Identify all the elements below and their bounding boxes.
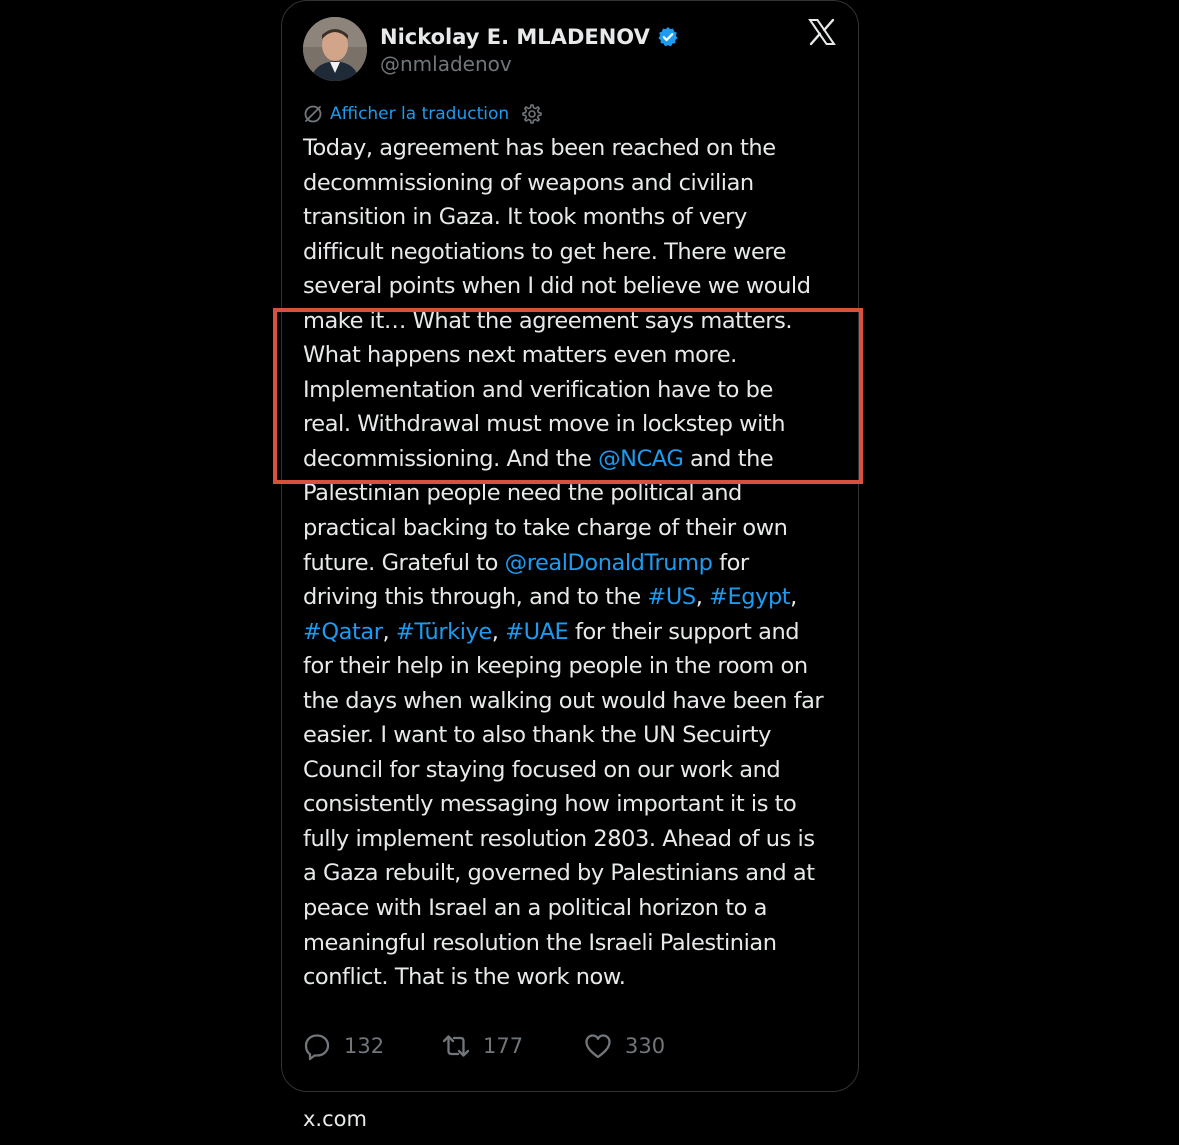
author-handle[interactable]: @nmladenov: [380, 50, 512, 78]
repost-count: 177: [483, 1034, 524, 1058]
author-name[interactable]: Nickolay E. MLADENOV: [380, 22, 679, 52]
tweet-text-line: a Gaza rebuilt, governed by Palestinians…: [303, 856, 851, 891]
text-segment: Today, agreement has been reached on the: [303, 135, 776, 161]
text-segment: Palestinian people need the political an…: [303, 480, 742, 507]
tweet-text-line: peace with Israel an a political horizon…: [303, 891, 851, 926]
text-segment: practical backing to take charge of thei…: [303, 515, 788, 542]
text-segment: for: [712, 549, 749, 576]
text-segment: Council for staying focused on our work …: [303, 756, 781, 783]
tweet-text-line: #Qatar, #Türkiye, #UAE for their support…: [303, 615, 851, 650]
text-segment: fully implement resolution 2803. Ahead o…: [303, 825, 815, 852]
reply-count: 132: [344, 1034, 385, 1058]
text-segment: driving this through, and to the: [303, 584, 648, 611]
tweet-text-line: Today, agreement has been reached on the: [303, 131, 851, 166]
tweet-text-line: the days when walking out would have bee…: [303, 684, 851, 719]
text-segment: several points when I did not believe we…: [303, 273, 811, 300]
gear-icon[interactable]: [521, 103, 543, 125]
tweet-text: Today, agreement has been reached on the…: [303, 131, 851, 995]
x-logo-icon[interactable]: [807, 17, 837, 47]
hashtag-link[interactable]: #Egypt: [709, 584, 791, 610]
repost-button[interactable]: 177: [441, 1029, 523, 1063]
text-segment: a Gaza rebuilt, governed by Palestinians…: [303, 860, 815, 887]
hashtag-link[interactable]: #US: [647, 584, 696, 610]
like-count: 330: [625, 1034, 666, 1058]
translate-row: Afficher la traduction: [302, 100, 543, 128]
author-name-text[interactable]: Nickolay E. MLADENOV: [380, 22, 650, 52]
repost-icon: [442, 1035, 470, 1057]
text-segment: meaningful resolution the Israeli Palest…: [303, 929, 777, 956]
hashtag-link[interactable]: #Türkiye: [396, 619, 492, 645]
tweet-text-line: meaningful resolution the Israeli Palest…: [303, 926, 851, 961]
text-segment: for their help in keeping people in the …: [303, 653, 808, 680]
hashtag-link[interactable]: #Qatar: [303, 619, 383, 645]
tweet-text-line: several points when I did not believe we…: [303, 269, 851, 304]
source-label: x.com: [303, 1107, 367, 1131]
reply-icon: [304, 1034, 330, 1061]
text-segment: difficult negotiations to get here. Ther…: [303, 238, 787, 265]
text-segment: the days when walking out would have bee…: [303, 687, 824, 714]
hashtag-link[interactable]: #UAE: [505, 619, 569, 645]
like-button[interactable]: 330: [583, 1029, 665, 1063]
mention-link[interactable]: @realDonaldTrump: [505, 550, 713, 576]
tweet-text-line: conflict. That is the work now.: [303, 960, 851, 995]
show-translation-link[interactable]: Afficher la traduction: [330, 104, 509, 124]
tweet-text-line: driving this through, and to the #US, #E…: [303, 580, 851, 615]
highlight-box: [273, 308, 863, 484]
tweet-text-line: future. Grateful to @realDonaldTrump for: [303, 546, 851, 581]
avatar[interactable]: [303, 17, 367, 81]
translate-icon: [304, 105, 322, 123]
text-segment: ,: [491, 618, 506, 645]
tweet-text-line: easier. I want to also thank the UN Secu…: [303, 718, 851, 753]
tweet-text-line: transition in Gaza. It took months of ve…: [303, 200, 851, 235]
screenshot: Nickolay E. MLADENOV @nmladenov Afficher…: [0, 0, 1179, 1145]
text-segment: ,: [382, 618, 396, 645]
tweet-text-line: consistently messaging how important it …: [303, 787, 851, 822]
text-segment: conflict. That is the work now.: [303, 964, 626, 991]
text-segment: ,: [790, 584, 797, 611]
verified-badge-icon: [657, 26, 679, 48]
tweet-text-line: fully implement resolution 2803. Ahead o…: [303, 822, 851, 857]
text-segment: peace with Israel an a political horizon…: [303, 895, 767, 922]
tweet-text-line: difficult negotiations to get here. Ther…: [303, 235, 851, 270]
text-segment: transition in Gaza. It took months of ve…: [303, 204, 747, 231]
text-segment: easier. I want to also thank the UN Secu…: [303, 722, 772, 749]
tweet-text-line: decommissioning of weapons and civilian: [303, 166, 851, 201]
reply-button[interactable]: 132: [302, 1029, 384, 1063]
text-segment: for their support and: [568, 618, 800, 645]
text-segment: consistently messaging how important it …: [303, 791, 797, 818]
text-segment: decommissioning of weapons and civilian: [303, 169, 754, 196]
heart-icon: [585, 1034, 611, 1059]
text-segment: ,: [695, 584, 710, 611]
tweet-text-line: practical backing to take charge of thei…: [303, 511, 851, 546]
tweet-text-line: for their help in keeping people in the …: [303, 649, 851, 684]
tweet-text-line: Council for staying focused on our work …: [303, 753, 851, 788]
text-segment: future. Grateful to: [303, 549, 505, 576]
